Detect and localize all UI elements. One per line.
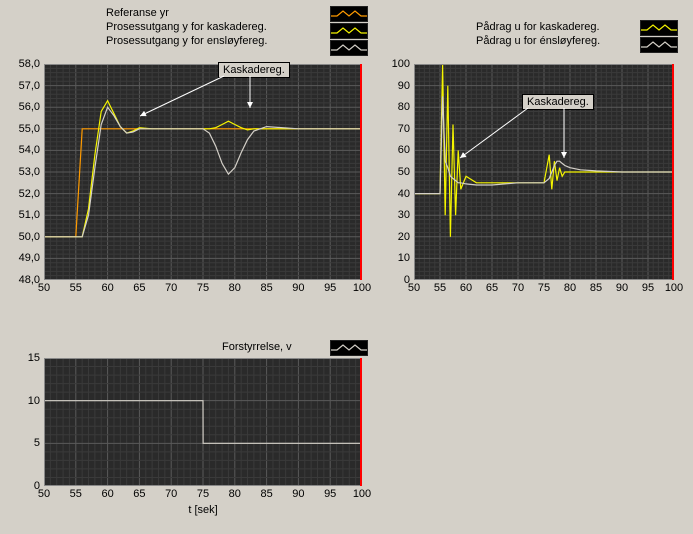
y-tick-label: 57,0	[6, 80, 40, 92]
x-tick-label: 65	[127, 488, 151, 500]
x-tick-label: 60	[454, 282, 478, 294]
y-tick-label: 15	[6, 352, 40, 364]
legend-label: Forstyrrelse, v	[222, 341, 292, 353]
legend-entry: Pådrag u for énsløyfereg.	[476, 34, 600, 48]
x-tick-label: 50	[32, 488, 56, 500]
y-tick-label: 58,0	[6, 58, 40, 70]
legend-entry: Forstyrrelse, v	[222, 340, 292, 354]
legend-label: Pådrag u for énsløyfereg.	[476, 35, 600, 47]
swatch-icon	[330, 6, 368, 22]
legend-entry: Referanse yr	[106, 6, 267, 20]
x-tick-label: 55	[64, 282, 88, 294]
y-tick-label: 56,0	[6, 101, 40, 113]
swatch-icon	[330, 40, 368, 56]
y-tick-label: 100	[376, 58, 410, 70]
legend-swatches-chart1	[324, 6, 368, 56]
x-tick-label: 70	[159, 488, 183, 500]
y-tick-label: 5	[6, 437, 40, 449]
x-tick-label: 65	[480, 282, 504, 294]
cursor-line-icon	[672, 64, 674, 280]
cursor-line-icon	[360, 64, 362, 280]
x-tick-label: 100	[662, 282, 686, 294]
x-tick-label: 85	[584, 282, 608, 294]
plot-area-chart2[interactable]: Kaskadereg.	[414, 64, 674, 280]
y-tick-label: 80	[376, 101, 410, 113]
legend-entry: Pådrag u for kaskadereg.	[476, 20, 600, 34]
legend-chart3: Forstyrrelse, v	[222, 340, 292, 354]
cursor-line-icon	[360, 358, 362, 486]
x-tick-label: 70	[159, 282, 183, 294]
y-tick-label: 55,0	[6, 123, 40, 135]
legend-label: Pådrag u for kaskadereg.	[476, 21, 600, 33]
x-tick-label: 85	[255, 282, 279, 294]
x-tick-label: 65	[127, 282, 151, 294]
annotation-arrow-icon	[130, 76, 270, 126]
x-tick-label: 60	[96, 488, 120, 500]
x-tick-label: 100	[350, 282, 374, 294]
x-tick-label: 75	[532, 282, 556, 294]
x-tick-label: 80	[558, 282, 582, 294]
x-tick-label: 55	[428, 282, 452, 294]
y-tick-label: 60	[376, 144, 410, 156]
x-tick-label: 80	[223, 282, 247, 294]
y-tick-label: 70	[376, 123, 410, 135]
y-tick-label: 52,0	[6, 188, 40, 200]
x-tick-label: 90	[286, 488, 310, 500]
x-tick-label: 100	[350, 488, 374, 500]
legend-label: Prosessutgang y for kaskadereg.	[106, 21, 267, 33]
y-tick-label: 49,0	[6, 252, 40, 264]
x-tick-label: 90	[610, 282, 634, 294]
legend-label: Prosessutgang y for ensløyfereg.	[106, 35, 267, 47]
y-tick-label: 10	[376, 252, 410, 264]
legend-chart2: Pådrag u for kaskadereg. Pådrag u for én…	[476, 20, 600, 48]
y-tick-label: 50	[376, 166, 410, 178]
plot-area-chart1[interactable]: Kaskadereg.	[44, 64, 362, 280]
annotation-arrow-icon	[444, 108, 604, 178]
plot-area-chart3[interactable]	[44, 358, 362, 486]
x-tick-label: 80	[223, 488, 247, 500]
legend-entry: Prosessutgang y for ensløyfereg.	[106, 34, 267, 48]
x-tick-label: 95	[636, 282, 660, 294]
y-tick-label: 50,0	[6, 231, 40, 243]
y-tick-label: 54,0	[6, 144, 40, 156]
x-tick-label: 60	[96, 282, 120, 294]
y-tick-label: 51,0	[6, 209, 40, 221]
swatch-icon	[330, 340, 368, 356]
x-tick-label: 95	[318, 282, 342, 294]
y-tick-label: 53,0	[6, 166, 40, 178]
x-tick-label: 85	[255, 488, 279, 500]
x-tick-label: 75	[191, 282, 215, 294]
x-tick-label: 50	[402, 282, 426, 294]
legend-swatches-chart3	[324, 340, 368, 356]
legend-chart1: Referanse yr Prosessutgang y for kaskade…	[106, 6, 267, 48]
y-tick-label: 20	[376, 231, 410, 243]
x-axis-label: t [sek]	[44, 504, 362, 516]
swatch-icon	[330, 23, 368, 39]
legend-label: Referanse yr	[106, 7, 169, 19]
x-tick-label: 70	[506, 282, 530, 294]
x-tick-label: 95	[318, 488, 342, 500]
y-tick-label: 40	[376, 188, 410, 200]
swatch-icon	[640, 37, 678, 53]
x-tick-label: 50	[32, 282, 56, 294]
y-tick-label: 10	[6, 395, 40, 407]
swatch-icon	[640, 20, 678, 36]
legend-swatches-chart2	[634, 20, 678, 53]
y-tick-label: 90	[376, 80, 410, 92]
legend-entry: Prosessutgang y for kaskadereg.	[106, 20, 267, 34]
x-tick-label: 55	[64, 488, 88, 500]
y-tick-label: 30	[376, 209, 410, 221]
x-tick-label: 75	[191, 488, 215, 500]
x-tick-label: 90	[286, 282, 310, 294]
